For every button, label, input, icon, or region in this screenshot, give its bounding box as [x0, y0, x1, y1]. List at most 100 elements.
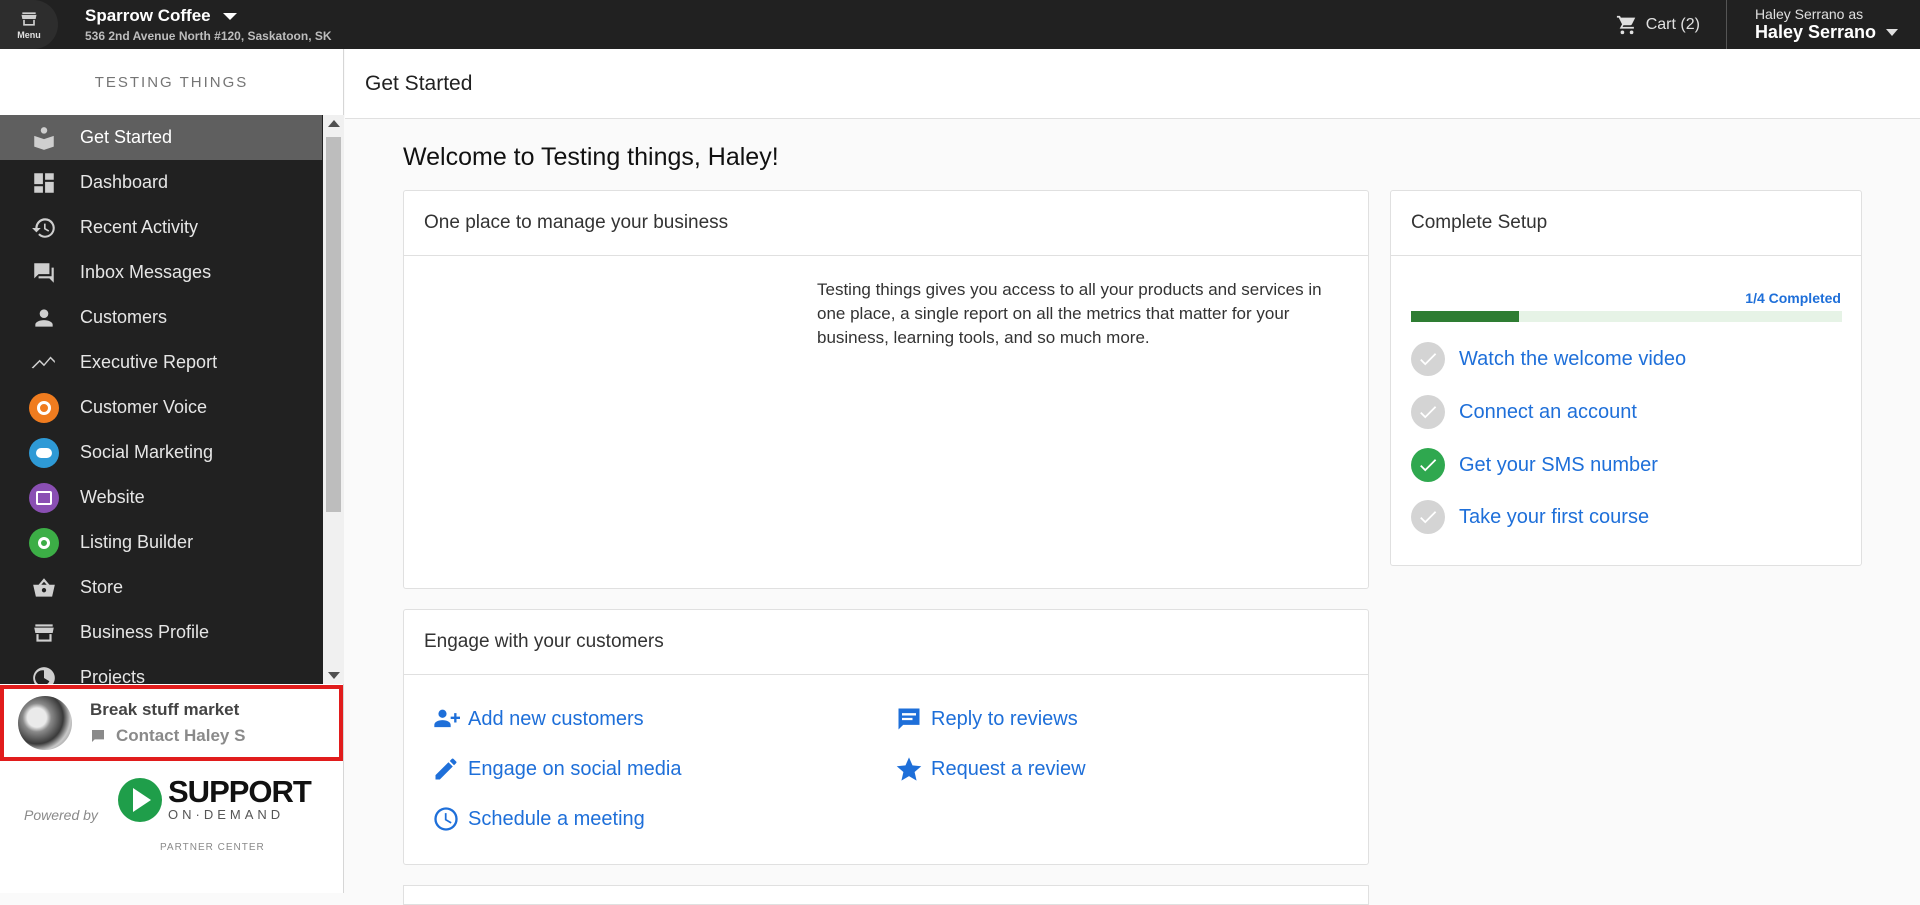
business-address: 536 2nd Avenue North #120, Saskatoon, SK [85, 29, 332, 43]
social-marketing-icon [28, 437, 60, 469]
chat-icon [28, 257, 60, 289]
sidebar-item-label: Projects [80, 667, 146, 684]
sidebar-item-listing-builder[interactable]: Listing Builder [0, 520, 322, 565]
sidebar-item-social-marketing[interactable]: Social Marketing [0, 430, 322, 475]
sidebar-item-label: Get Started [80, 127, 173, 147]
card-description: Testing things gives you access to all y… [817, 280, 1322, 347]
engage-social-media-link[interactable]: Engage on social media [432, 755, 681, 783]
storefront-icon [21, 12, 37, 26]
caret-down-icon [222, 12, 237, 20]
add-new-customers-link[interactable]: Add new customers [432, 705, 644, 733]
contact-business-name: Break stuff market [90, 700, 240, 719]
logo-line-1: SUPPORT [168, 774, 312, 809]
task-get-sms-number[interactable]: Get your SMS number [1411, 448, 1658, 482]
contact-partner-card[interactable]: Break stuff market Contact Haley S [0, 685, 343, 761]
sidebar-item-get-started[interactable]: Get Started [0, 115, 322, 160]
sidebar-item-label: Inbox Messages [80, 262, 212, 282]
task-connect-account[interactable]: Connect an account [1411, 395, 1637, 429]
user-as-label: Haley Serrano as [1754, 6, 1864, 22]
user-name-row: Haley Serrano [1755, 22, 1898, 43]
user-name: Haley Serrano [1754, 22, 1876, 42]
pencil-icon [435, 758, 457, 780]
logo-line-2: ON·DEMAND [168, 807, 285, 822]
menu-label: Menu [17, 30, 41, 40]
avatar [18, 696, 72, 750]
page-title: Get Started [345, 49, 1920, 119]
sidebar-item-label: Recent Activity [80, 217, 199, 237]
comment-icon [898, 708, 920, 730]
sidebar-item-label: Executive Report [80, 352, 218, 372]
next-card-partial [403, 885, 1369, 905]
sidebar-scrollbar[interactable] [323, 115, 344, 684]
person-icon [28, 302, 60, 334]
scrollbar-thumb[interactable] [326, 137, 341, 512]
storefront-icon [28, 617, 60, 649]
trend-icon [28, 347, 60, 379]
task-label: Take your first course [1459, 505, 1650, 528]
logo-text: SUPPORT ON·DEMAND [168, 774, 312, 822]
card-title: One place to manage your business [404, 191, 1368, 256]
cart-icon [1616, 15, 1635, 34]
task-label: Get your SMS number [1459, 453, 1658, 476]
reply-to-reviews-link[interactable]: Reply to reviews [895, 705, 1078, 733]
setup-progress-bar [1411, 311, 1842, 322]
top-right: Cart (2) Haley Serrano as Haley Serrano [1590, 0, 1920, 49]
action-label: Reply to reviews [931, 707, 1078, 730]
sidebar-item-label: Customer Voice [80, 397, 208, 417]
card-title: Engage with your customers [404, 610, 1368, 675]
task-take-first-course[interactable]: Take your first course [1411, 500, 1649, 534]
powered-by: Powered by SUPPORT ON·DEMAND PARTNER CEN… [0, 772, 343, 872]
sidebar-item-recent-activity[interactable]: Recent Activity [0, 205, 322, 250]
business-name: Sparrow Coffee [85, 6, 211, 25]
sidebar-item-business-profile[interactable]: Business Profile [0, 610, 322, 655]
check-icon [1411, 500, 1445, 534]
powered-by-label: Powered by [24, 807, 98, 823]
website-icon [28, 482, 60, 514]
sidebar-item-label: Business Profile [80, 622, 210, 642]
sidebar-item-dashboard[interactable]: Dashboard [0, 160, 322, 205]
contact-action[interactable]: Contact Haley S [90, 726, 245, 746]
sidebar-item-executive-report[interactable]: Executive Report [0, 340, 322, 385]
business-name-row: Sparrow Coffee [85, 6, 332, 26]
business-switcher[interactable]: Sparrow Coffee 536 2nd Avenue North #120… [85, 6, 332, 43]
check-done-icon [1411, 448, 1445, 482]
task-label: Watch the welcome video [1459, 347, 1687, 370]
scroll-up-arrow-icon[interactable] [328, 120, 340, 127]
sidebar-item-inbox-messages[interactable]: Inbox Messages [0, 250, 322, 295]
cart-button[interactable]: Cart (2) [1590, 0, 1726, 49]
history-icon [28, 212, 60, 244]
schedule-meeting-link[interactable]: Schedule a meeting [432, 805, 645, 833]
get-started-icon [28, 122, 60, 154]
task-watch-welcome-video[interactable]: Watch the welcome video [1411, 342, 1686, 376]
user-menu[interactable]: Haley Serrano as Haley Serrano [1725, 0, 1920, 49]
action-label: Request a review [931, 757, 1086, 780]
sidebar-nav: Get Started Dashboard Recent Activity In… [0, 115, 344, 684]
sidebar-item-customer-voice[interactable]: Customer Voice [0, 385, 322, 430]
scroll-down-arrow-icon[interactable] [328, 672, 340, 679]
message-icon [92, 730, 104, 742]
caret-down-icon [1886, 29, 1898, 36]
manage-business-card: One place to manage your business Testin… [403, 190, 1369, 589]
listing-builder-icon [28, 527, 60, 559]
progress-label: 1/4 Completed [1745, 290, 1841, 306]
sidebar-item-website[interactable]: Website [0, 475, 322, 520]
sidebar-item-projects[interactable]: Projects [0, 655, 322, 684]
request-review-link[interactable]: Request a review [895, 755, 1086, 783]
check-icon [1411, 342, 1445, 376]
setup-progress-fill [1411, 311, 1519, 322]
projects-icon [28, 662, 60, 684]
basket-icon [28, 572, 60, 604]
action-label: Engage on social media [468, 757, 682, 780]
contact-action-label: Contact Haley S [116, 726, 246, 745]
sidebar-item-label: Store [80, 577, 124, 597]
cart-label: Cart (2) [1645, 15, 1700, 33]
sidebar-item-customers[interactable]: Customers [0, 295, 322, 340]
card-title: Complete Setup [1391, 191, 1861, 256]
sidebar: TESTING THINGS Get Started Dashboard Rec… [0, 49, 344, 893]
sidebar-title: TESTING THINGS [94, 73, 249, 91]
sidebar-item-store[interactable]: Store [0, 565, 322, 610]
menu-button[interactable]: Menu [0, 0, 58, 49]
play-logo-icon [118, 777, 162, 822]
top-bar: Menu Sparrow Coffee 536 2nd Avenue North… [0, 0, 1920, 49]
contact-text: Break stuff market Contact Haley S [90, 700, 245, 746]
